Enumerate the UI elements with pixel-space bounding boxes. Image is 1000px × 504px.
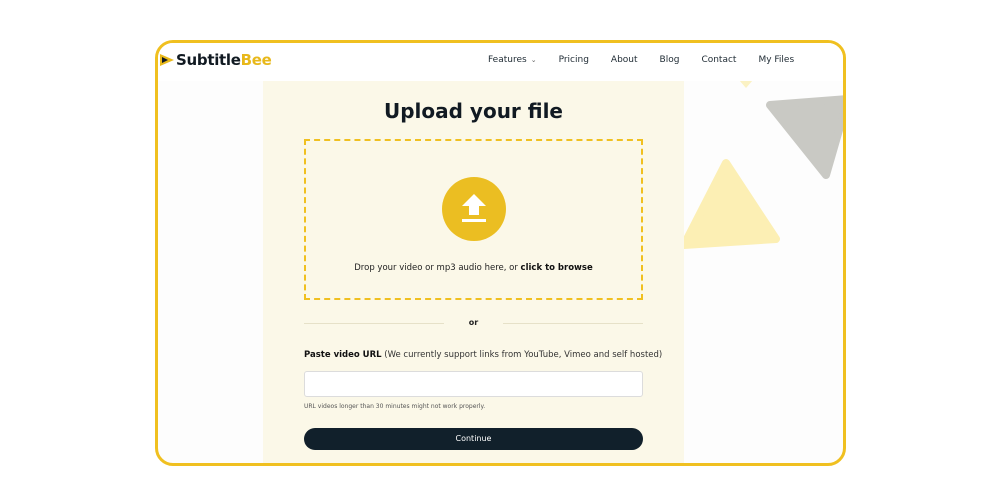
nav-links: Features ⌄ Pricing About Blog Contact My…	[488, 55, 816, 65]
upload-panel: Upload your file Drop your video or mp3 …	[263, 81, 684, 463]
browse-link[interactable]: click to browse	[521, 263, 593, 273]
logo-icon	[160, 54, 174, 66]
navbar: SubtitleBee Features ⌄ Pricing About Blo…	[158, 43, 843, 81]
upload-button[interactable]	[442, 177, 506, 241]
browser-frame: SubtitleBee Features ⌄ Pricing About Blo…	[155, 40, 846, 466]
decorative-yellow-triangle	[680, 159, 780, 249]
nav-contact[interactable]: Contact	[701, 55, 736, 65]
page-title: Upload your file	[383, 99, 563, 123]
upload-arrow-icon	[462, 194, 486, 222]
nav-features-label: Features	[488, 55, 527, 65]
nav-features[interactable]: Features ⌄	[488, 55, 537, 65]
nav-about[interactable]: About	[611, 55, 638, 65]
url-label: Paste video URL (We currently support li…	[304, 350, 662, 360]
continue-button[interactable]: Continue	[304, 428, 643, 450]
nav-my-files[interactable]: My Files	[758, 55, 794, 65]
dropzone-instruction: Drop your video or mp3 audio here, or	[354, 263, 521, 273]
url-label-hint: (We currently support links from YouTube…	[381, 350, 663, 360]
url-label-title: Paste video URL	[304, 350, 382, 360]
file-dropzone[interactable]: Drop your video or mp3 audio here, or cl…	[304, 139, 643, 300]
brand-name: SubtitleBee	[176, 51, 272, 69]
nav-pricing[interactable]: Pricing	[559, 55, 589, 65]
url-note: URL videos longer than 30 minutes might …	[304, 403, 486, 410]
chevron-down-icon: ⌄	[530, 56, 537, 64]
brand-logo[interactable]: SubtitleBee	[160, 51, 272, 69]
video-url-input[interactable]	[304, 371, 643, 397]
divider-right	[503, 323, 643, 324]
nav-blog[interactable]: Blog	[660, 55, 680, 65]
dropzone-text: Drop your video or mp3 audio here, or cl…	[306, 263, 641, 273]
